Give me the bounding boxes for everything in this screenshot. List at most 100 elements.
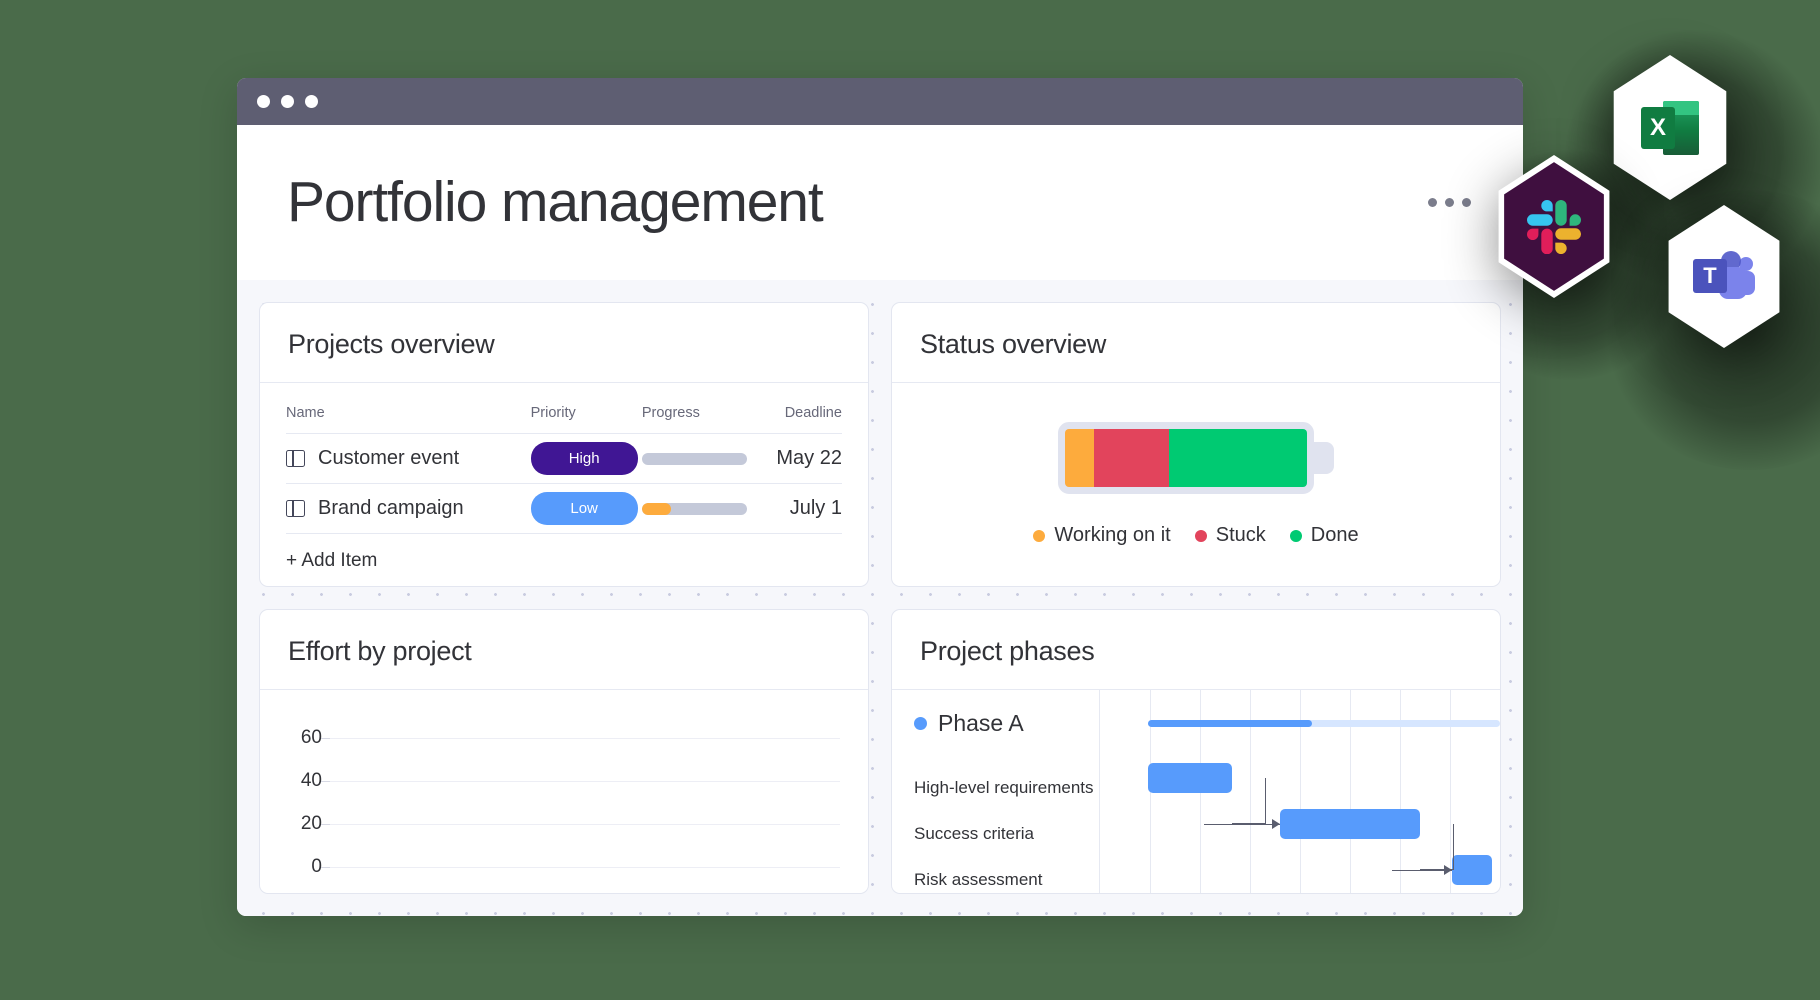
gantt-dependency-link xyxy=(1420,824,1454,870)
stage: Portfolio management Projects overview N… xyxy=(0,0,1820,1000)
table-header: Name Priority Progress Deadline xyxy=(286,405,842,433)
teams-icon: T xyxy=(1693,250,1755,303)
cell-priority[interactable]: Low xyxy=(530,492,642,525)
gantt-task-label[interactable]: Success criteria xyxy=(914,811,1099,857)
window-dot-maximize[interactable] xyxy=(305,95,318,108)
card-effort-by-project: Effort by project 0 20 40 60 xyxy=(259,609,869,894)
card-header: Effort by project xyxy=(260,610,868,690)
card-title: Projects overview xyxy=(288,329,495,359)
gantt-dependency-arrow-icon xyxy=(1444,865,1452,875)
cell-name: Brand campaign xyxy=(286,497,531,520)
gantt-task-label[interactable]: High-level requirements xyxy=(914,765,1099,811)
table-row[interactable]: Customer event High May 22 xyxy=(286,433,842,483)
app-badge-slack[interactable] xyxy=(1490,155,1618,298)
gantt-task-label[interactable]: Risk assessment xyxy=(914,857,1099,893)
y-axis-tick-label: 40 xyxy=(300,769,322,791)
y-axis-tick-label: 60 xyxy=(300,726,322,748)
column-header-deadline: Deadline xyxy=(784,405,842,421)
status-segment xyxy=(1065,429,1095,487)
gantt-task-bar[interactable] xyxy=(1452,855,1492,885)
gantt-phase-row[interactable]: Phase A xyxy=(914,710,1099,737)
status-legend: Working on it Stuck Done xyxy=(1033,524,1359,547)
gantt-dependency-arrow-icon xyxy=(1272,819,1280,829)
gantt-dependency-link xyxy=(1392,870,1452,871)
axis-tick xyxy=(321,737,330,739)
kebab-menu-icon[interactable] xyxy=(1428,198,1471,207)
axis-tick xyxy=(321,780,330,782)
priority-badge: Low xyxy=(530,492,638,525)
board-panel-icon xyxy=(286,450,305,467)
battery-nub xyxy=(1313,442,1334,474)
board-panel-icon xyxy=(286,500,305,517)
legend-dot-icon xyxy=(1033,529,1046,542)
card-project-phases: Project phases Phase A High-level requir… xyxy=(891,609,1501,894)
table-row[interactable]: Brand campaign Low July 1 xyxy=(286,483,842,533)
legend-label: Done xyxy=(1310,524,1359,546)
progress-fill xyxy=(641,502,672,515)
card-title: Effort by project xyxy=(288,636,472,666)
card-body: Phase A High-level requirements Success … xyxy=(892,690,1500,893)
column-header-progress: Progress xyxy=(641,405,700,421)
status-battery-chart xyxy=(1058,422,1334,494)
app-badge-teams[interactable]: T xyxy=(1660,205,1788,348)
axis-tick xyxy=(321,823,330,825)
card-title: Project phases xyxy=(920,636,1095,666)
card-projects-overview: Projects overview Name Priority Progress… xyxy=(259,302,869,587)
app-badge-excel[interactable]: X xyxy=(1605,55,1735,200)
gantt-task-list: Phase A High-level requirements Success … xyxy=(892,690,1100,893)
bar-chart: 0 20 40 60 xyxy=(260,690,868,893)
dashboard-board: Projects overview Name Priority Progress… xyxy=(237,280,1523,916)
legend-item: Working on it xyxy=(1033,524,1171,547)
column-header-priority: Priority xyxy=(530,405,576,421)
status-segment xyxy=(1094,429,1170,487)
card-header: Projects overview xyxy=(260,303,868,383)
cell-progress xyxy=(641,452,753,465)
window-dot-close[interactable] xyxy=(257,95,270,108)
card-header: Project phases xyxy=(892,610,1500,690)
slack-icon xyxy=(1527,199,1581,254)
bar-series xyxy=(330,716,840,867)
cell-progress xyxy=(641,502,753,515)
browser-window: Portfolio management Projects overview N… xyxy=(237,78,1523,916)
phase-label: Phase A xyxy=(938,710,1024,736)
gantt-task-bar[interactable] xyxy=(1280,809,1420,839)
legend-item: Stuck xyxy=(1194,524,1266,547)
add-item-button[interactable]: + Add Item xyxy=(286,533,842,572)
page-header: Portfolio management xyxy=(237,125,1523,280)
legend-label: Stuck xyxy=(1215,524,1266,546)
card-title: Status overview xyxy=(920,329,1107,359)
cell-name: Customer event xyxy=(286,447,531,470)
card-body: 0 20 40 60 xyxy=(260,690,868,893)
page-title: Portfolio management xyxy=(287,170,824,234)
gantt-task-bar[interactable] xyxy=(1148,763,1232,793)
project-name: Brand campaign xyxy=(318,497,464,519)
card-status-overview: Status overview Working on it Stuck Done xyxy=(891,302,1501,587)
cell-priority[interactable]: High xyxy=(530,442,642,475)
y-axis: 0 20 40 60 xyxy=(278,716,330,877)
window-dot-minimize[interactable] xyxy=(281,95,294,108)
progress-bar xyxy=(641,452,747,465)
plot-area xyxy=(321,716,840,868)
battery-segments xyxy=(1058,422,1314,494)
cell-deadline: May 22 xyxy=(776,447,842,469)
y-axis-tick-label: 20 xyxy=(300,812,322,834)
card-header: Status overview xyxy=(892,303,1500,383)
gantt-dependency-link xyxy=(1492,870,1500,893)
status-segment xyxy=(1169,429,1307,487)
legend-label: Working on it xyxy=(1054,524,1171,546)
project-name: Customer event xyxy=(318,447,460,469)
gantt-dependency-link xyxy=(1204,824,1280,825)
gantt-chart: Phase A High-level requirements Success … xyxy=(892,690,1500,893)
gantt-dependency-link xyxy=(1232,778,1266,824)
legend-dot-icon xyxy=(1194,529,1207,542)
projects-table: Name Priority Progress Deadline Customer… xyxy=(260,383,868,572)
excel-icon: X xyxy=(1641,99,1699,157)
gantt-summary-bar xyxy=(1148,720,1312,727)
column-header-name: Name xyxy=(286,405,325,421)
gantt-timeline xyxy=(1100,690,1500,893)
cell-deadline: July 1 xyxy=(789,497,842,519)
legend-item: Done xyxy=(1289,524,1359,547)
card-body: Working on it Stuck Done xyxy=(892,383,1500,586)
progress-bar xyxy=(641,502,747,515)
card-body: Name Priority Progress Deadline Customer… xyxy=(260,383,868,586)
